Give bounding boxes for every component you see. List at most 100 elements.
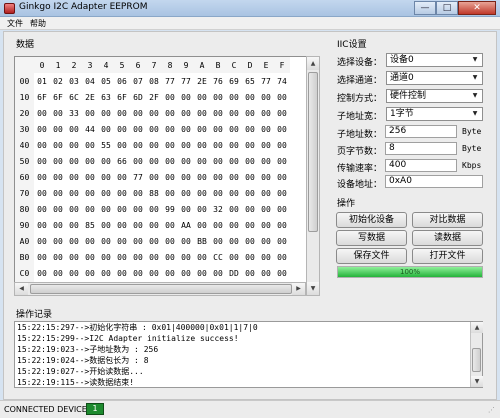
hex-cell[interactable]: 77: [130, 169, 146, 185]
rate-input[interactable]: 400: [385, 159, 457, 172]
hex-cell[interactable]: 00: [50, 105, 66, 121]
hex-cell[interactable]: 00: [226, 121, 242, 137]
close-button[interactable]: ✕: [458, 1, 496, 15]
log-textbox[interactable]: 15:22:15:297-->初始化字符串 : 0x01|400000|0x01…: [14, 321, 483, 388]
hex-cell[interactable]: 00: [114, 201, 130, 217]
hex-cell[interactable]: 00: [210, 233, 226, 249]
hex-cell[interactable]: DD: [226, 265, 242, 281]
hex-cell[interactable]: 00: [226, 89, 242, 105]
hex-cell[interactable]: BB: [194, 233, 210, 249]
hex-cell[interactable]: 00: [130, 153, 146, 169]
hex-cell[interactable]: 00: [82, 153, 98, 169]
hex-cell[interactable]: 00: [66, 233, 82, 249]
device-address-input[interactable]: 0xA0: [385, 175, 483, 188]
hex-cell[interactable]: 00: [82, 201, 98, 217]
hex-cell[interactable]: 00: [258, 185, 274, 201]
hex-cell[interactable]: 00: [258, 121, 274, 137]
hex-cell[interactable]: 00: [226, 137, 242, 153]
hex-cell[interactable]: 77: [162, 73, 178, 89]
hex-cell[interactable]: 00: [98, 217, 114, 233]
hex-cell[interactable]: 00: [34, 169, 50, 185]
hex-cell[interactable]: 00: [274, 201, 290, 217]
hex-cell[interactable]: 00: [226, 201, 242, 217]
hex-cell[interactable]: 00: [130, 217, 146, 233]
hex-cell[interactable]: 00: [226, 185, 242, 201]
hex-cell[interactable]: 00: [242, 137, 258, 153]
hex-cell[interactable]: 00: [162, 121, 178, 137]
hex-cell[interactable]: 00: [50, 137, 66, 153]
hex-cell[interactable]: 00: [242, 265, 258, 281]
hex-cell[interactable]: 00: [274, 137, 290, 153]
save-file-button[interactable]: 保存文件: [336, 248, 407, 264]
hex-cell[interactable]: 00: [146, 121, 162, 137]
hex-cell[interactable]: 2F: [146, 89, 162, 105]
hex-cell[interactable]: 00: [194, 265, 210, 281]
control-mode-select[interactable]: 硬件控制 ▼: [386, 89, 483, 103]
hex-cell[interactable]: 00: [258, 201, 274, 217]
arrow-down-icon[interactable]: ▼: [307, 282, 319, 295]
hex-cell[interactable]: 00: [34, 217, 50, 233]
hex-cell[interactable]: 00: [178, 265, 194, 281]
hex-cell[interactable]: 00: [210, 153, 226, 169]
hex-cell[interactable]: 00: [178, 201, 194, 217]
hex-cell[interactable]: 00: [130, 137, 146, 153]
hex-cell[interactable]: 06: [114, 73, 130, 89]
hex-cell[interactable]: 00: [34, 153, 50, 169]
hex-cell[interactable]: 00: [34, 265, 50, 281]
hex-cell[interactable]: 77: [178, 73, 194, 89]
hex-cell[interactable]: 00: [98, 201, 114, 217]
hex-cell[interactable]: 00: [178, 121, 194, 137]
hex-cell[interactable]: 00: [226, 249, 242, 265]
hex-cell[interactable]: 00: [98, 249, 114, 265]
resize-grip-icon[interactable]: ⋰: [488, 405, 498, 415]
hex-cell[interactable]: 00: [210, 265, 226, 281]
hex-cell[interactable]: 00: [258, 105, 274, 121]
hex-cell[interactable]: 07: [130, 73, 146, 89]
hex-cell[interactable]: 00: [82, 169, 98, 185]
hex-cell[interactable]: 00: [114, 121, 130, 137]
hex-cell[interactable]: 00: [194, 217, 210, 233]
write-data-button[interactable]: 写数据: [336, 230, 407, 246]
hex-cell[interactable]: 85: [82, 217, 98, 233]
hex-vertical-scrollbar[interactable]: ▲ ▼: [306, 56, 320, 296]
hex-cell[interactable]: 00: [258, 169, 274, 185]
page-bytes-input[interactable]: 8: [385, 142, 457, 155]
hex-cell[interactable]: 00: [210, 185, 226, 201]
hex-cell[interactable]: 00: [66, 185, 82, 201]
hex-cell[interactable]: 74: [274, 73, 290, 89]
hex-cell[interactable]: 44: [82, 121, 98, 137]
hex-cell[interactable]: 00: [162, 185, 178, 201]
hex-cell[interactable]: 00: [34, 201, 50, 217]
hex-cell[interactable]: 00: [50, 217, 66, 233]
chevron-down-icon[interactable]: ▼: [469, 55, 481, 65]
hex-cell[interactable]: 00: [274, 153, 290, 169]
hex-cell[interactable]: 00: [178, 249, 194, 265]
hex-cell[interactable]: 88: [146, 185, 162, 201]
hex-cell[interactable]: 00: [114, 217, 130, 233]
hex-cell[interactable]: 00: [130, 233, 146, 249]
subaddr-width-select[interactable]: 1字节 ▼: [386, 107, 483, 121]
hex-cell[interactable]: 6F: [34, 89, 50, 105]
hex-cell[interactable]: 00: [98, 121, 114, 137]
hex-cell[interactable]: 00: [146, 249, 162, 265]
hex-cell[interactable]: 00: [178, 169, 194, 185]
chevron-down-icon[interactable]: ▼: [469, 109, 481, 119]
hex-cell[interactable]: CC: [210, 249, 226, 265]
hex-cell[interactable]: 00: [34, 185, 50, 201]
hex-cell[interactable]: 00: [274, 89, 290, 105]
hex-cell[interactable]: 00: [114, 185, 130, 201]
hex-cell[interactable]: 00: [82, 137, 98, 153]
hex-cell[interactable]: 00: [146, 169, 162, 185]
hex-cell[interactable]: 69: [226, 73, 242, 89]
hex-cell[interactable]: 00: [274, 233, 290, 249]
hex-cell[interactable]: 76: [210, 73, 226, 89]
hex-cell[interactable]: 00: [162, 249, 178, 265]
minimize-button[interactable]: —: [414, 1, 436, 15]
hex-cell[interactable]: 00: [146, 105, 162, 121]
hex-cell[interactable]: 00: [194, 121, 210, 137]
hex-cell[interactable]: 00: [210, 169, 226, 185]
hex-cell[interactable]: 00: [242, 105, 258, 121]
hex-cell[interactable]: 00: [178, 233, 194, 249]
hex-cell[interactable]: 08: [146, 73, 162, 89]
hex-cell[interactable]: 00: [98, 233, 114, 249]
